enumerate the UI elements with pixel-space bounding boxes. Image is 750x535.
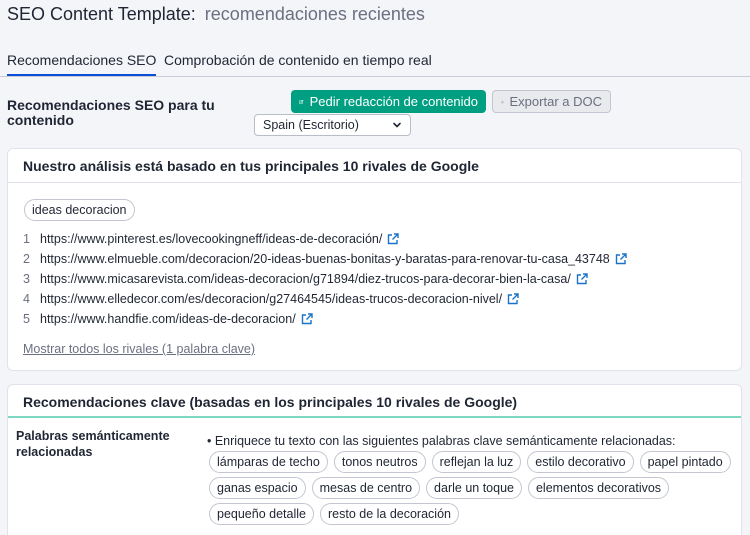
tab-seo-recommendations[interactable]: Recomendaciones SEO	[7, 52, 157, 76]
rival-number: 1	[23, 232, 30, 246]
chip-row: pequeño detalle resto de la decoración	[209, 503, 739, 525]
semantic-keyword-chips: lámparas de techo tonos neutros reflejan…	[209, 451, 739, 529]
region-select[interactable]: Spain (Escritorio)	[254, 114, 411, 136]
semantic-keyword-chip: reflejan la luz	[431, 451, 522, 473]
export-doc-label: Exportar a DOC	[509, 94, 602, 109]
semantic-keyword-chip: ganas espacio	[209, 477, 306, 499]
semantic-keyword-chip: darle un toque	[426, 477, 522, 499]
semantic-keyword-chip: elementos decorativos	[527, 477, 670, 499]
rival-number: 2	[23, 252, 30, 266]
analysis-card: Nuestro análisis está basado en tus prin…	[7, 148, 742, 371]
semantic-keyword-chip: lámparas de techo	[209, 451, 328, 473]
divider	[8, 182, 741, 183]
external-link-icon[interactable]	[507, 293, 519, 305]
semantic-keyword-chip: pequeño detalle	[209, 503, 314, 525]
chip-row: lámparas de techo tonos neutros reflejan…	[209, 451, 739, 473]
order-content-label: Pedir redacción de contenido	[309, 94, 478, 109]
external-link-icon[interactable]	[576, 273, 588, 285]
semantic-keyword-chip: papel pintado	[639, 451, 731, 473]
rival-number: 4	[23, 292, 30, 306]
rival-number: 3	[23, 272, 30, 286]
rival-item: 1 https://www.pinterest.es/lovecookingne…	[23, 229, 728, 249]
rival-item: 3 https://www.micasarevista.com/ideas-de…	[23, 269, 728, 289]
analysis-card-title: Nuestro análisis está basado en tus prin…	[23, 158, 479, 174]
export-icon	[501, 100, 504, 103]
region-select-value: Spain (Escritorio)	[263, 118, 359, 132]
external-link-icon[interactable]	[301, 313, 313, 325]
page-title-main: SEO Content Template:	[7, 4, 196, 24]
external-link-icon[interactable]	[615, 253, 627, 265]
page-title: SEO Content Template: recomendaciones re…	[7, 4, 425, 25]
semantic-words-intro: • Enriquece tu texto con las siguientes …	[207, 434, 676, 448]
semantic-words-label: Palabras semánticamente relacionadas	[16, 429, 170, 459]
rival-item: 2 https://www.elmueble.com/decoracion/20…	[23, 249, 728, 269]
chevron-down-icon	[393, 122, 401, 128]
recommendations-card: Recomendaciones clave (basadas en los pr…	[7, 384, 742, 535]
semantic-keyword-chip: resto de la decoración	[319, 503, 459, 525]
rival-url[interactable]: https://www.handfie.com/ideas-de-decorac…	[40, 312, 296, 326]
rival-number: 5	[23, 312, 30, 326]
keyword-chip: ideas decoracion	[24, 199, 135, 221]
rival-item: 4 https://www.elledecor.com/es/decoracio…	[23, 289, 728, 309]
rivals-list: 1 https://www.pinterest.es/lovecookingne…	[23, 229, 728, 329]
divider	[8, 416, 741, 418]
recommendations-card-title: Recomendaciones clave (basadas en los pr…	[23, 394, 518, 410]
semantic-keyword-chip: estilo decorativo	[527, 451, 634, 473]
page-title-subtitle: recomendaciones recientes	[204, 4, 425, 24]
rival-url[interactable]: https://www.elledecor.com/es/decoracion/…	[40, 292, 502, 306]
rival-item: 5 https://www.handfie.com/ideas-de-decor…	[23, 309, 728, 329]
rival-url[interactable]: https://www.pinterest.es/lovecookingneff…	[40, 232, 382, 246]
order-content-button[interactable]: Pedir redacción de contenido	[291, 90, 486, 113]
tab-bar: Recomendaciones SEO Comprobación de cont…	[0, 36, 750, 77]
rival-url[interactable]: https://www.elmueble.com/decoracion/20-i…	[40, 252, 610, 266]
show-all-rivals-link[interactable]: Mostrar todos los rivales (1 palabra cla…	[23, 342, 255, 356]
semantic-keyword-chip: mesas de centro	[311, 477, 421, 499]
rival-url[interactable]: https://www.micasarevista.com/ideas-deco…	[40, 272, 571, 286]
chip-row: ganas espacio mesas de centro darle un t…	[209, 477, 739, 499]
tab-realtime-check[interactable]: Comprobación de contenido en tiempo real	[164, 52, 432, 68]
semantic-keyword-chip: tonos neutros	[333, 451, 426, 473]
external-link-icon[interactable]	[387, 233, 400, 245]
export-doc-button[interactable]: Exportar a DOC	[492, 90, 611, 113]
section-heading: Recomendaciones SEO para tu contenido	[7, 97, 215, 128]
top-bar: SEO Content Template: recomendaciones re…	[0, 0, 750, 36]
edit-icon	[299, 99, 304, 104]
